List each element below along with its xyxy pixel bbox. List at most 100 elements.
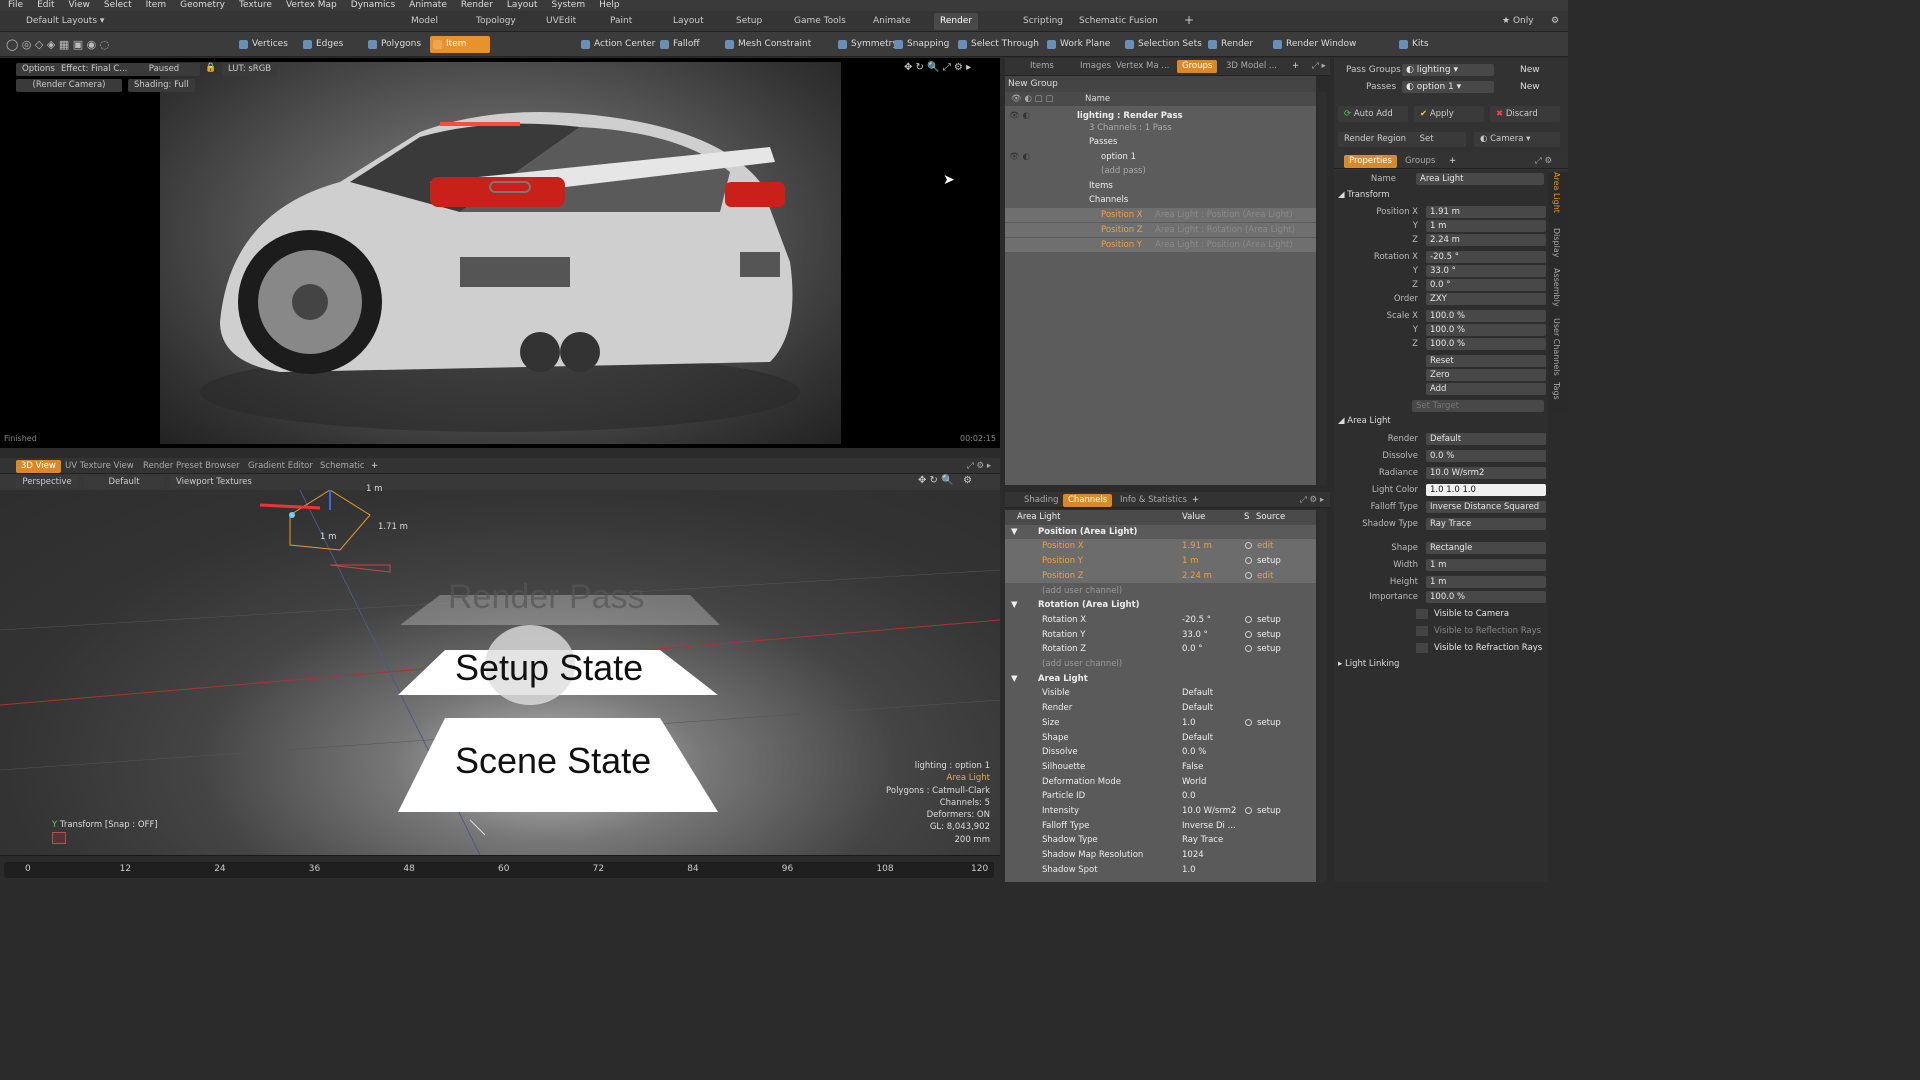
channel-row[interactable]: Intensity 10.0 W/srm2 setup [1005,804,1316,819]
channel-row[interactable]: Rotation Y 33.0 ° setup [1005,628,1316,643]
perspective-dropdown[interactable]: Perspective [16,476,78,489]
expand-icon[interactable]: ▼ [1011,672,1018,687]
layout-tab-game-tools[interactable]: Game Tools [788,13,852,30]
channel-value[interactable]: -20.5 ° [1182,613,1211,628]
channel-row[interactable]: (add user channel) [1005,657,1316,672]
apply-button[interactable]: ✔ Apply [1414,106,1484,122]
light-linking-section[interactable]: ▸ Light Linking [1338,659,1399,669]
channel-row[interactable]: Position Z 2.24 m edit [1005,568,1316,584]
area-prop-field[interactable]: 100.0 % [1426,591,1546,603]
channel-row[interactable]: Shadow Map Resolution 1024 [1005,848,1316,863]
name-field[interactable]: Area Light [1416,173,1544,185]
select-icons[interactable]: ◯ ◎ ◇ ◈ ▦ ▣ ◉ ◌ [6,38,109,51]
state-dot-icon[interactable] [1245,569,1252,584]
group-tab-3dmodel[interactable]: 3D Model ... [1221,60,1282,73]
view-tab-3d-view[interactable]: 3D View [16,460,61,473]
channel-value[interactable]: False [1182,760,1203,775]
prop-field[interactable]: Set Target [1412,400,1544,412]
channel-row[interactable]: Shape Default [1005,731,1316,746]
vtab-area-light[interactable]: Area Light [1552,172,1561,213]
tree-row[interactable]: Passes [1005,135,1316,149]
channel-group[interactable]: ▼ Area Light [1005,672,1316,687]
layout-tab-setup[interactable]: Setup [730,13,768,30]
add-group-tab[interactable]: + [1287,60,1304,73]
toolbar-edges[interactable]: Edges [300,36,348,53]
new-group-button[interactable]: New Group [1005,76,1316,92]
vtab-tags[interactable]: Tags [1552,382,1561,400]
menu-vertex-map[interactable]: Vertex Map [286,0,337,11]
toolbar-mesh-constraint[interactable]: Mesh Constraint [722,36,816,53]
channel-value[interactable]: Default [1182,686,1213,701]
area-light-section[interactable]: ◢ Area Light [1338,416,1391,426]
channel-row[interactable]: Shadow Spot 1.0 [1005,863,1316,878]
tree-row[interactable]: Position Z Area Light : Rotation (Area Li… [1005,223,1316,237]
lut-dropdown[interactable]: LUT: sRGB [222,63,278,76]
channel-row[interactable]: Falloff Type Inverse Di ... [1005,819,1316,834]
toolbar-snapping[interactable]: Snapping [891,36,954,53]
channel-value[interactable]: Default [1182,731,1213,746]
menu-select[interactable]: Select [104,0,132,11]
menu-edit[interactable]: Edit [37,0,54,11]
gear-icon[interactable]: ⚙ [1545,13,1565,30]
state-dot-icon[interactable] [1245,642,1252,657]
tree-row[interactable]: Position Y Area Light : Position (Area Li… [1005,238,1316,252]
prop-field[interactable]: 100.0 % [1426,310,1546,322]
layout-tab-layout[interactable]: Layout [667,13,710,30]
menu-system[interactable]: System [552,0,586,11]
tree-row[interactable]: 3 Channels : 1 Pass [1005,121,1316,135]
prop-field[interactable]: -20.5 ° [1426,251,1546,263]
view3d-nav-icons[interactable]: ✥ ↻ 🔍 ⚙ [918,475,972,486]
eye-icon[interactable]: 👁 ◐ [1009,150,1030,164]
area-prop-field[interactable]: Rectangle [1426,542,1546,554]
pass-dropdown[interactable]: ◐ option 1 ▾ [1402,81,1494,93]
prop-field[interactable]: 0.0 ° [1426,279,1546,291]
tree-row[interactable]: Channels [1005,193,1316,207]
toolbar-render[interactable]: Render [1205,36,1258,53]
menu-dynamics[interactable]: Dynamics [351,0,395,11]
lock-icon[interactable]: 🔒 [205,63,216,73]
layout-tab-topology[interactable]: Topology [470,13,522,30]
camera-dropdown[interactable]: ◐ Camera ▾ [1474,132,1560,147]
add-props-tab[interactable]: + [1444,155,1461,168]
pass-group-dropdown[interactable]: ◐ lighting ▾ [1402,64,1494,76]
area-prop-field[interactable]: 10.0 W/srm2 [1426,467,1546,479]
area-prop-field[interactable]: Visible to Camera [1430,608,1550,620]
channel-value[interactable]: 0.0 ° [1182,642,1202,657]
add-tab-button[interactable]: + [1178,13,1200,30]
view-tab-uv-texture-view[interactable]: UV Texture View [60,460,139,473]
prop-field[interactable]: 2.24 m [1426,234,1546,246]
state-dot-icon[interactable] [1245,539,1252,554]
area-prop-field[interactable]: 1 m [1426,559,1546,571]
layout-tab-scripting[interactable]: Scripting [1017,13,1069,30]
vtab-assembly[interactable]: Assembly [1552,268,1561,307]
prop-field[interactable]: Add [1426,383,1546,395]
prop-field[interactable]: 100.0 % [1426,324,1546,336]
scrollbar[interactable] [1318,92,1326,485]
chan-tab-channels[interactable]: Channels [1063,494,1113,507]
menu-texture[interactable]: Texture [239,0,272,11]
group-tab-items[interactable]: Items [1025,60,1059,73]
channel-row[interactable]: Shadow Type Ray Trace [1005,833,1316,848]
channel-row[interactable]: Position X 1.91 m edit [1005,539,1316,555]
area-prop-field[interactable]: 0.0 % [1426,450,1546,462]
area-prop-field[interactable]: Visible to Refraction Rays [1430,642,1550,654]
area-prop-field[interactable]: Visible to Reflection Rays [1430,625,1550,637]
prop-field[interactable]: Reset [1426,355,1546,367]
view-tab-gradient-editor[interactable]: Gradient Editor [243,460,318,473]
prop-field[interactable]: Zero [1426,369,1546,381]
toolbar-falloff[interactable]: Falloff [657,36,705,53]
state-dot-icon[interactable] [1245,716,1252,731]
channel-value[interactable]: 2.24 m [1182,569,1212,584]
group-tab-images[interactable]: Images [1075,60,1116,73]
tree-row[interactable]: (add pass) [1005,164,1316,178]
view-tab-schematic[interactable]: Schematic [315,460,370,473]
toolbar-action-center[interactable]: Action Center [578,36,660,53]
menu-geometry[interactable]: Geometry [180,0,225,11]
channel-value[interactable]: 1.0 [1182,863,1196,878]
layout-tab-animate[interactable]: Animate [867,13,917,30]
toolbar-select-through[interactable]: Select Through [955,36,1044,53]
3d-viewport[interactable]: 1 m 1 m 1.71 m Render Pass Setup State S… [0,484,1001,856]
shading-dropdown[interactable]: Shading: Full [128,79,195,92]
toolbar-render-window[interactable]: Render Window [1270,36,1361,53]
channel-row[interactable]: Silhouette False [1005,760,1316,775]
